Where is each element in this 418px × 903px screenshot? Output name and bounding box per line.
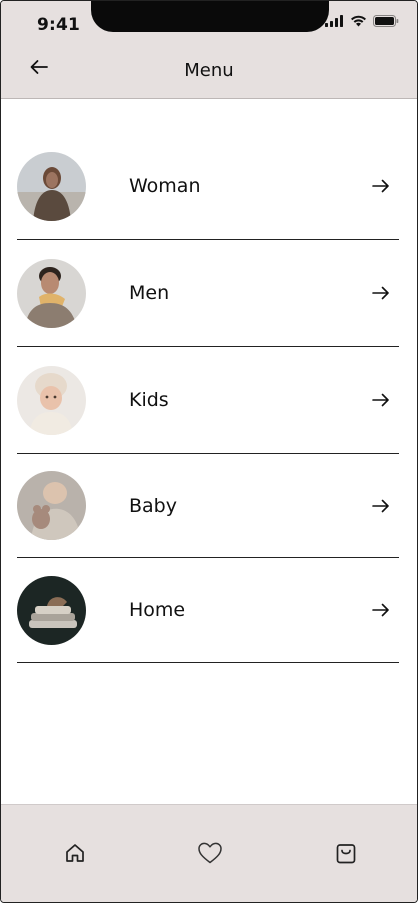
page-title: Menu	[184, 60, 234, 81]
avatar-baby	[17, 471, 86, 540]
heart-icon	[197, 841, 223, 869]
menu-item-baby[interactable]: Baby	[17, 454, 399, 558]
status-icons	[325, 15, 399, 27]
arrow-right-icon	[369, 281, 393, 305]
tab-home[interactable]	[61, 841, 89, 869]
battery-icon	[373, 15, 399, 27]
arrow-right-icon	[369, 174, 393, 198]
top-bar: 9:41 Menu	[1, 1, 417, 99]
menu-item-label: Baby	[129, 494, 177, 517]
tab-cart[interactable]	[332, 841, 360, 869]
menu-item-woman[interactable]: Woman	[17, 133, 399, 240]
avatar-men	[17, 258, 86, 328]
menu-item-home[interactable]: Home	[17, 558, 399, 663]
avatar-kids	[17, 365, 86, 435]
menu-item-label: Home	[129, 599, 186, 621]
category-menu-list: Woman Men Kids Baby Home	[17, 133, 399, 663]
menu-item-label: Men	[129, 282, 170, 304]
menu-item-label: Kids	[129, 389, 169, 411]
menu-item-kids[interactable]: Kids	[17, 347, 399, 454]
avatar-woman	[17, 151, 86, 221]
arrow-right-icon	[369, 598, 393, 622]
phone-frame: 9:41 Menu Woman Men Kids Baby Home	[0, 0, 418, 903]
menu-item-label: Woman	[129, 175, 201, 197]
device-notch	[91, 1, 329, 32]
avatar-home	[17, 575, 86, 645]
status-time: 9:41	[37, 15, 81, 35]
wifi-icon	[350, 15, 367, 27]
home-icon	[64, 842, 86, 868]
shopping-bag-icon	[335, 841, 357, 869]
arrow-right-icon	[369, 494, 393, 518]
cellular-signal-icon	[325, 15, 344, 27]
bottom-tab-bar	[1, 804, 417, 902]
tab-favorites[interactable]	[196, 841, 224, 869]
menu-item-men[interactable]: Men	[17, 240, 399, 347]
arrow-right-icon	[369, 388, 393, 412]
